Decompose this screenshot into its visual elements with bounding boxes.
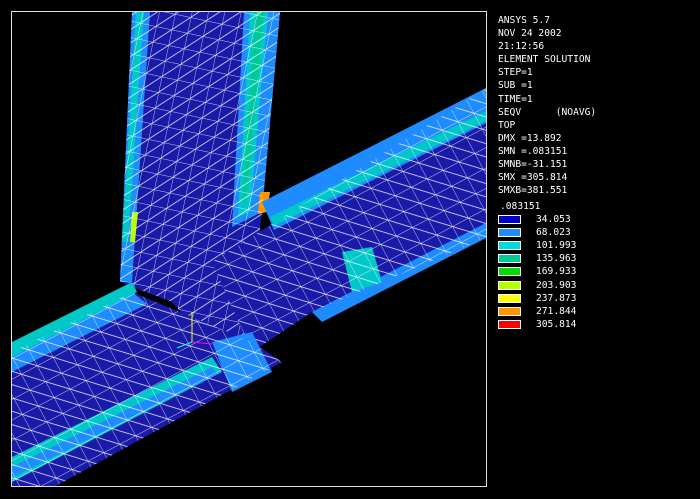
info-line: DMX =13.892: [498, 132, 562, 144]
legend-swatch: [498, 228, 521, 238]
legend-value: 305.814: [536, 318, 577, 330]
legend-swatch: [498, 267, 521, 277]
legend-swatch: [498, 319, 521, 329]
legend-value: 203.903: [536, 279, 577, 291]
info-line: 21:12:56: [498, 41, 545, 53]
info-line: NOV 24 2002: [498, 28, 562, 40]
info-line: SMNB=-31.151: [498, 159, 568, 171]
legend-swatch: [498, 254, 521, 264]
info-line: SMN =.083151: [498, 145, 568, 157]
info-line: SMX =305.814: [498, 172, 568, 184]
legend-value: 169.933: [536, 266, 577, 278]
legend-value: 68.023: [536, 227, 571, 239]
info-line: ANSYS 5.7: [498, 15, 550, 26]
legend-swatch: [498, 293, 521, 303]
info-line: TOP: [498, 119, 516, 131]
info-line: STEP=1: [498, 67, 533, 79]
graphics-viewport[interactable]: [11, 11, 487, 487]
legend-min-value: .083151: [500, 201, 541, 212]
info-line: SUB =1: [498, 80, 533, 92]
legend-value: 135.963: [536, 253, 577, 265]
legend-swatch: [498, 306, 521, 316]
legend-value: 101.993: [536, 240, 577, 252]
legend-value: 237.873: [536, 292, 577, 304]
solution-info-panel: ANSYS 5.7 NOV 24 2002 21:12:56 ELEMENT SOLU…: [498, 14, 596, 197]
legend-swatch: [498, 215, 521, 225]
legend-value: 271.844: [536, 305, 577, 317]
info-line: SEQV (NOAVG): [498, 106, 597, 118]
legend-value: 34.053: [536, 214, 571, 226]
legend-swatch: [498, 241, 521, 251]
info-line: TIME=1: [498, 93, 533, 105]
info-line: SMXB=381.551: [498, 185, 568, 197]
fea-contour-plot: [12, 12, 486, 486]
info-line: ELEMENT SOLUTION: [498, 54, 591, 66]
legend-swatch: [498, 280, 521, 290]
